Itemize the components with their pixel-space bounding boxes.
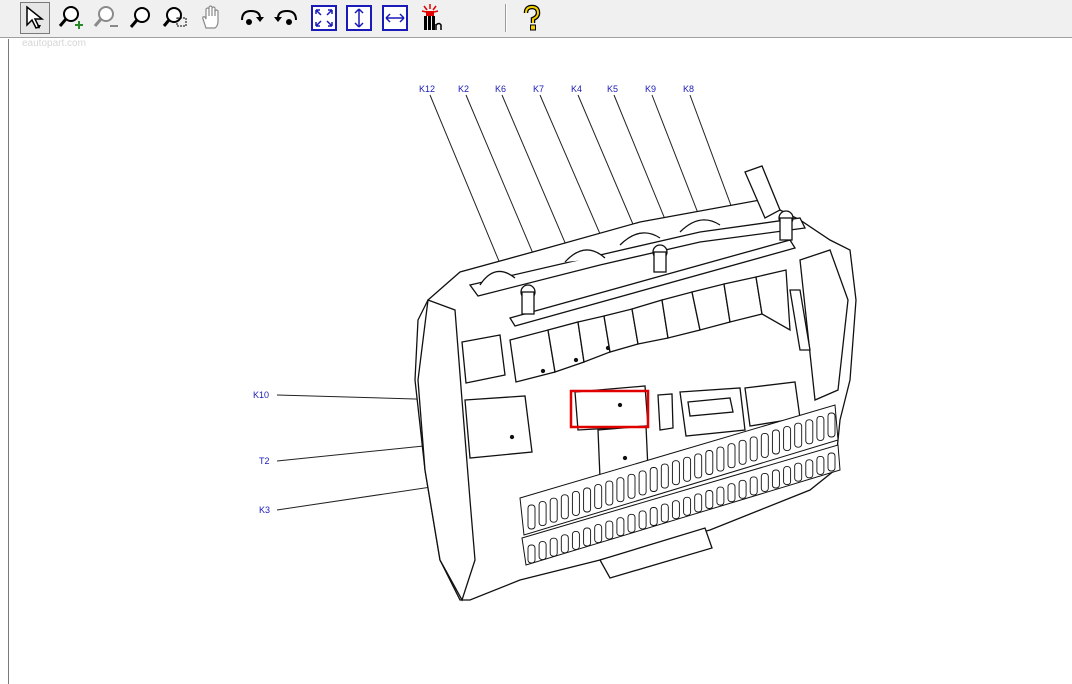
highlight-icon xyxy=(421,4,442,30)
fit-width-icon xyxy=(382,5,408,31)
zoom-window-button[interactable] xyxy=(160,2,190,34)
rotate-right-button[interactable] xyxy=(236,2,266,34)
help-button[interactable] xyxy=(517,2,547,34)
watermark: eautopart.com xyxy=(22,38,86,49)
pan-hand-button[interactable] xyxy=(196,2,226,34)
zoom-icon xyxy=(129,7,150,28)
zoom-out-button[interactable] xyxy=(91,2,121,34)
fit-width-button[interactable] xyxy=(380,2,410,34)
select-arrow-icon xyxy=(26,5,45,29)
rotate-left-button[interactable] xyxy=(272,2,302,34)
select-arrow-button[interactable] xyxy=(20,2,50,34)
fit-height-button[interactable] xyxy=(344,2,374,34)
zoom-window-icon xyxy=(162,7,187,27)
canvas-left-border xyxy=(8,39,9,684)
zoom-in-icon xyxy=(58,6,83,29)
zoom-out-icon xyxy=(93,6,118,27)
rotate-right-icon xyxy=(241,9,264,25)
toolbar xyxy=(0,0,1072,38)
zoom-in-button[interactable] xyxy=(56,2,86,34)
diagram-canvas[interactable] xyxy=(0,39,1072,684)
toolbar-separator xyxy=(505,4,507,32)
rotate-left-icon xyxy=(274,9,297,25)
highlight-button[interactable] xyxy=(416,2,446,34)
fit-height-icon xyxy=(346,5,372,31)
pan-hand-icon xyxy=(202,5,219,29)
fit-page-icon xyxy=(311,5,337,31)
zoom-button[interactable] xyxy=(126,2,156,34)
help-icon xyxy=(523,4,541,31)
fit-page-button[interactable] xyxy=(309,2,339,34)
